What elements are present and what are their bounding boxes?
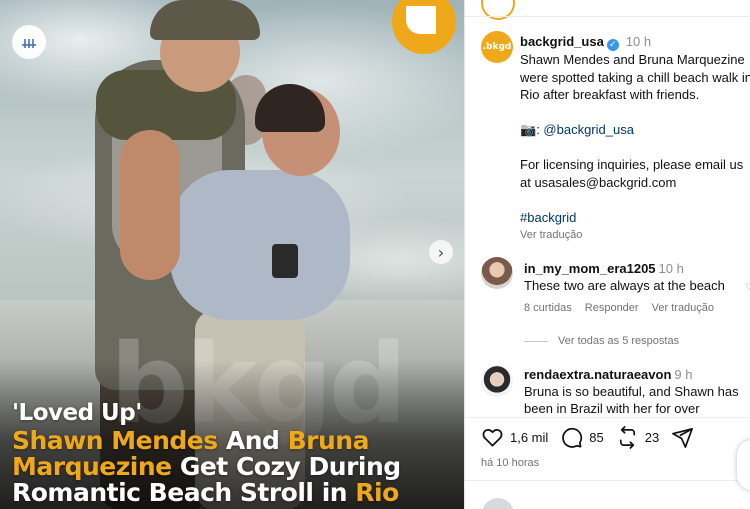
headline-line-2: Marquezine Get Cozy During bbox=[12, 451, 401, 481]
headline-line-1: Shawn Mendes And Bruna bbox=[12, 425, 369, 455]
coffee-cup bbox=[272, 244, 298, 278]
man-cap bbox=[150, 0, 260, 40]
headline: 'Loved Up' Shawn Mendes And Bruna Marque… bbox=[12, 400, 462, 507]
like-button[interactable]: 1,6 mil bbox=[481, 426, 548, 449]
verified-badge-icon: ✓ bbox=[606, 39, 619, 51]
comment-icon bbox=[562, 427, 583, 448]
comment-text: These two are always at the beach bbox=[524, 278, 725, 293]
hashtag-link[interactable]: #backgrid bbox=[520, 209, 750, 227]
caption-text: Shawn Mendes and Bruna Marquezine were s… bbox=[520, 52, 750, 102]
chevron-right-icon[interactable]: › bbox=[429, 240, 453, 264]
divider bbox=[465, 480, 750, 481]
comments-count: 85 bbox=[589, 430, 604, 445]
send-icon bbox=[672, 428, 694, 448]
woman-sweater bbox=[170, 170, 350, 320]
heart-outline-icon[interactable]: ♡ bbox=[745, 282, 750, 293]
comment-item: in_my_mom_era1205 10 h These two are alwa… bbox=[524, 260, 750, 317]
sliders-icon[interactable] bbox=[12, 25, 46, 59]
repost-icon bbox=[619, 426, 635, 449]
camera-emoji-icon: 📷 bbox=[520, 122, 537, 137]
headline-kicker: 'Loved Up' bbox=[12, 400, 142, 426]
heart-icon bbox=[482, 429, 503, 447]
mention-link[interactable]: @backgrid_usa bbox=[543, 122, 634, 137]
commenter-avatar[interactable] bbox=[481, 365, 513, 397]
comment-item: rendaextra.naturaeavon 9 h Bruna is so be… bbox=[524, 366, 750, 414]
translate-link[interactable]: Ver tradução bbox=[652, 302, 714, 314]
author-avatar[interactable]: .bkgd bbox=[481, 31, 513, 63]
post-time[interactable]: 10 h bbox=[626, 34, 651, 49]
headline-line-3: Romantic Beach Stroll in Rio bbox=[12, 477, 399, 507]
view-replies[interactable]: Ver todas as 5 respostas bbox=[524, 335, 679, 347]
comment-likes[interactable]: 8 curtidas bbox=[524, 302, 572, 314]
divider bbox=[465, 16, 750, 17]
divider bbox=[465, 417, 750, 418]
comment-button[interactable]: 85 bbox=[560, 426, 604, 449]
current-user-avatar bbox=[482, 498, 514, 509]
reply-button[interactable]: Responder bbox=[585, 302, 639, 314]
comment-time: 10 h bbox=[658, 261, 684, 276]
repost-button[interactable]: 23 bbox=[616, 426, 659, 449]
scroll-handle[interactable] bbox=[737, 440, 750, 490]
commenter-avatar[interactable] bbox=[481, 257, 513, 289]
licensing-text: For licensing inquiries, please email us… bbox=[520, 157, 744, 190]
action-bar: 1,6 mil 85 23 bbox=[481, 426, 712, 449]
reposts-count: 23 bbox=[644, 430, 660, 445]
likes-count: 1,6 mil bbox=[510, 430, 549, 445]
post-caption: backgrid_usa ✓ 10 h Shawn Mendes and Bruna… bbox=[520, 33, 750, 245]
comment-username[interactable]: in_my_mom_era1205 bbox=[524, 261, 656, 276]
author-username[interactable]: backgrid_usa bbox=[520, 34, 604, 49]
share-button[interactable] bbox=[671, 426, 700, 449]
posted-time: há 10 horas bbox=[481, 457, 540, 469]
header-avatar[interactable] bbox=[481, 0, 515, 20]
comment-username[interactable]: rendaextra.naturaeavon bbox=[524, 367, 671, 382]
comments-panel: .bkgd backgrid_usa ✓ 10 h Shawn Mendes and… bbox=[464, 0, 750, 509]
comment-text: Bruna is so beautiful, and Shawn has bee… bbox=[524, 384, 739, 414]
brand-logo bbox=[392, 0, 456, 56]
man-arm bbox=[120, 130, 180, 280]
post-photo[interactable]: bkgd › 'Loved Up' Shawn Mendes And Bruna… bbox=[0, 0, 464, 509]
comment-time: 9 h bbox=[674, 367, 693, 382]
see-translation-link[interactable]: Ver tradução bbox=[520, 227, 750, 245]
